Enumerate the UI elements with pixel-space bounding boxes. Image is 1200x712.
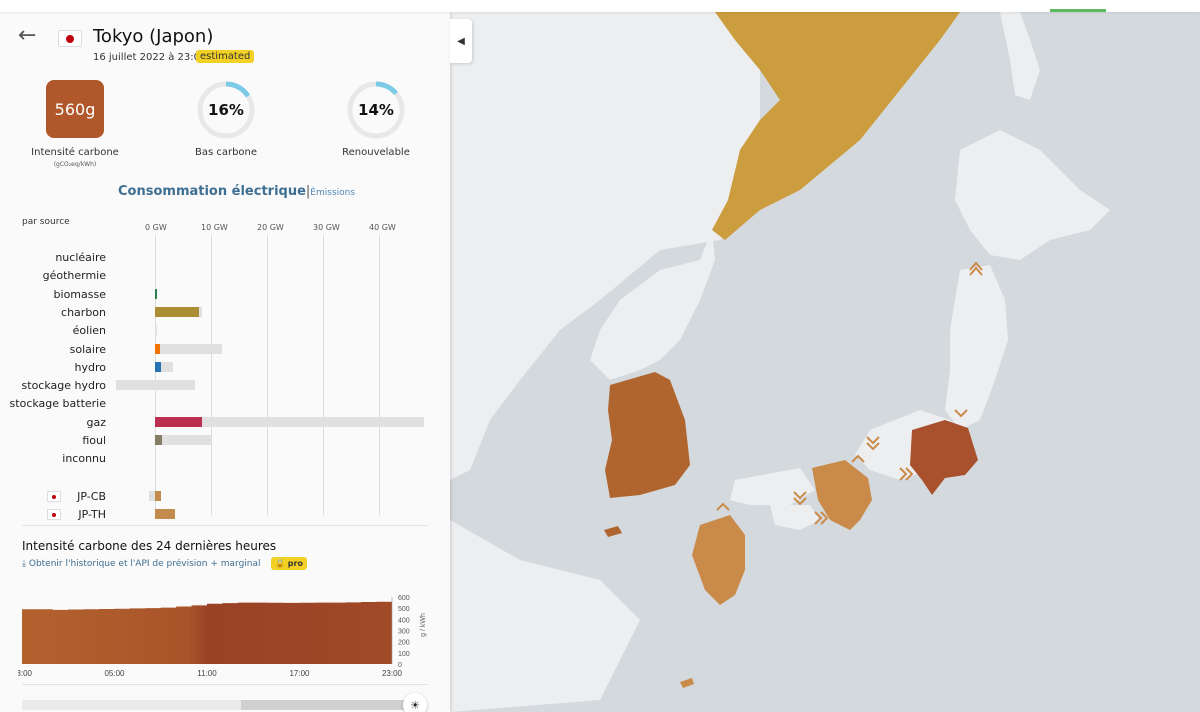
source-row-10-production-bar[interactable] — [155, 435, 162, 445]
source-row-4-capacity-bar[interactable] — [155, 325, 157, 336]
history-title: Intensité carbone des 24 dernières heure… — [22, 539, 277, 553]
map-canvas[interactable] — [450, 12, 1200, 712]
pro-badge[interactable]: 🔒 pro — [271, 557, 307, 570]
source-breakdown-chart: par source 0 GW 10 GW 20 GW 30 GW 40 GW nuclé… — [0, 217, 450, 527]
time-slider[interactable] — [22, 700, 406, 710]
gridline — [155, 235, 156, 515]
history-y-tick: 0 — [398, 662, 402, 669]
tab-consumption[interactable]: Consommation électrique — [118, 184, 306, 199]
sun-icon[interactable]: ☀ — [403, 693, 427, 712]
source-row-3-label: charbon — [61, 305, 106, 319]
source-row-10-capacity-bar[interactable] — [155, 435, 212, 445]
estimated-badge: estimated — [196, 50, 255, 63]
axis-tick-label: 10 GW — [201, 223, 228, 232]
carbon-intensity-unit: g — [85, 99, 96, 119]
source-row-10-label: fioul — [82, 434, 106, 447]
history-area-chart[interactable]: 600 500 400 300 200 100 0 g / kWh 23:00 05:00 11… — [18, 577, 438, 677]
axis-tick-label: 0 GW — [145, 223, 167, 232]
section-divider-bottom — [22, 684, 428, 685]
source-row-9-label: gaz — [86, 415, 107, 429]
history-x-tick: 11:00 — [197, 669, 217, 677]
axis-tick-label: 40 GW — [369, 223, 396, 232]
chevron-left-icon: ◀ — [457, 35, 465, 47]
history-y-tick: 600 — [398, 595, 410, 602]
history-api-link-text[interactable]: Obtenir l'historique et l'API de prévisi… — [29, 559, 261, 569]
carbon-intensity-sublabel: (gCO₂eq/kWh) — [53, 161, 97, 168]
history-api-link[interactable]: ⤓ Obtenir l'historique et l'API de prévi… — [22, 559, 261, 569]
history-y-tick: 400 — [398, 617, 410, 624]
carbon-intensity-box: 560 g — [46, 80, 104, 138]
history-y-tick: 500 — [398, 606, 410, 613]
map-view[interactable] — [450, 12, 1200, 712]
history-y-tick: 300 — [398, 629, 410, 636]
source-row-2-label: biomasse — [53, 287, 106, 301]
arrow-left-icon[interactable]: ← — [18, 25, 36, 47]
source-row-5-capacity-bar[interactable] — [155, 343, 223, 354]
history-x-tick: 23:00 — [382, 669, 403, 677]
breakdown-heading: par source — [22, 217, 70, 227]
source-row-4-label: éolien — [72, 324, 106, 338]
japan-flag-icon — [47, 491, 61, 502]
history-y-tick: 200 — [398, 640, 410, 647]
zone-details-panel: ← Tokyo (Japon) 16 juillet 2022 à 23:00 … — [0, 12, 450, 712]
source-row-1-label: géothermie — [42, 269, 106, 283]
gridline — [211, 235, 212, 515]
collapse-panel-button[interactable]: ◀ — [450, 19, 472, 63]
mode-tabs: Consommation électrique|Émissions — [118, 184, 355, 199]
source-row-7-negative-bar[interactable] — [115, 380, 155, 391]
carbon-intensity-label: Intensité carbone — [31, 147, 119, 158]
history-x-tick: 23:00 — [18, 669, 33, 677]
source-row-11-label: inconnu — [62, 452, 106, 466]
source-row-5-production-bar[interactable] — [155, 343, 161, 354]
zone-datetime: 16 juillet 2022 à 23:00 — [93, 52, 207, 63]
gridline — [379, 235, 380, 515]
renewable-label: Renouvelable — [342, 147, 410, 158]
active-indicator — [1050, 9, 1106, 12]
tab-emissions[interactable]: Émissions — [310, 188, 355, 198]
axis-tick-label: 30 GW — [313, 223, 340, 232]
low-carbon-value: 16% — [208, 101, 244, 119]
source-row-7-label: stockage hydro — [21, 379, 106, 393]
source-row-5-label: solaire — [69, 342, 106, 356]
top-bar — [0, 0, 1200, 12]
pro-label: pro — [287, 559, 303, 568]
zone-title: Tokyo (Japon) — [93, 26, 214, 47]
history-y-unit: g / kWh — [420, 613, 427, 637]
japan-flag-icon — [47, 509, 61, 520]
history-y-tick: 100 — [398, 651, 410, 658]
source-row-9-production-bar[interactable] — [155, 416, 203, 427]
axis-tick-label: 20 GW — [257, 223, 284, 232]
source-row-6-production-bar[interactable] — [155, 361, 162, 372]
source-row-8-label: stockage batterie — [9, 397, 106, 411]
source-row-3-production-bar[interactable] — [155, 306, 200, 317]
exchange-row-jp-cb-production-bar[interactable] — [155, 491, 161, 501]
section-divider — [22, 525, 428, 526]
low-carbon-label: Bas carbone — [194, 147, 258, 158]
gridline — [323, 235, 324, 515]
exchange-row-jp-th-production-bar[interactable] — [155, 509, 175, 519]
history-area[interactable] — [22, 601, 392, 664]
source-row-0-label: nucléaire — [55, 251, 106, 264]
lock-icon: 🔒 — [275, 559, 285, 568]
source-row-7-capacity-bar[interactable] — [155, 380, 196, 391]
time-slider-track — [22, 700, 241, 710]
renewable-value: 14% — [358, 101, 394, 119]
japan-flag-icon — [58, 30, 82, 47]
download-icon: ⤓ — [22, 559, 26, 569]
history-x-tick: 17:00 — [289, 669, 310, 677]
gridline — [267, 235, 268, 515]
history-x-tick: 05:00 — [104, 669, 125, 677]
carbon-intensity-value: 560 — [54, 99, 86, 119]
source-row-2-production-bar[interactable] — [155, 288, 157, 299]
source-row-6-label: hydro — [74, 360, 106, 374]
